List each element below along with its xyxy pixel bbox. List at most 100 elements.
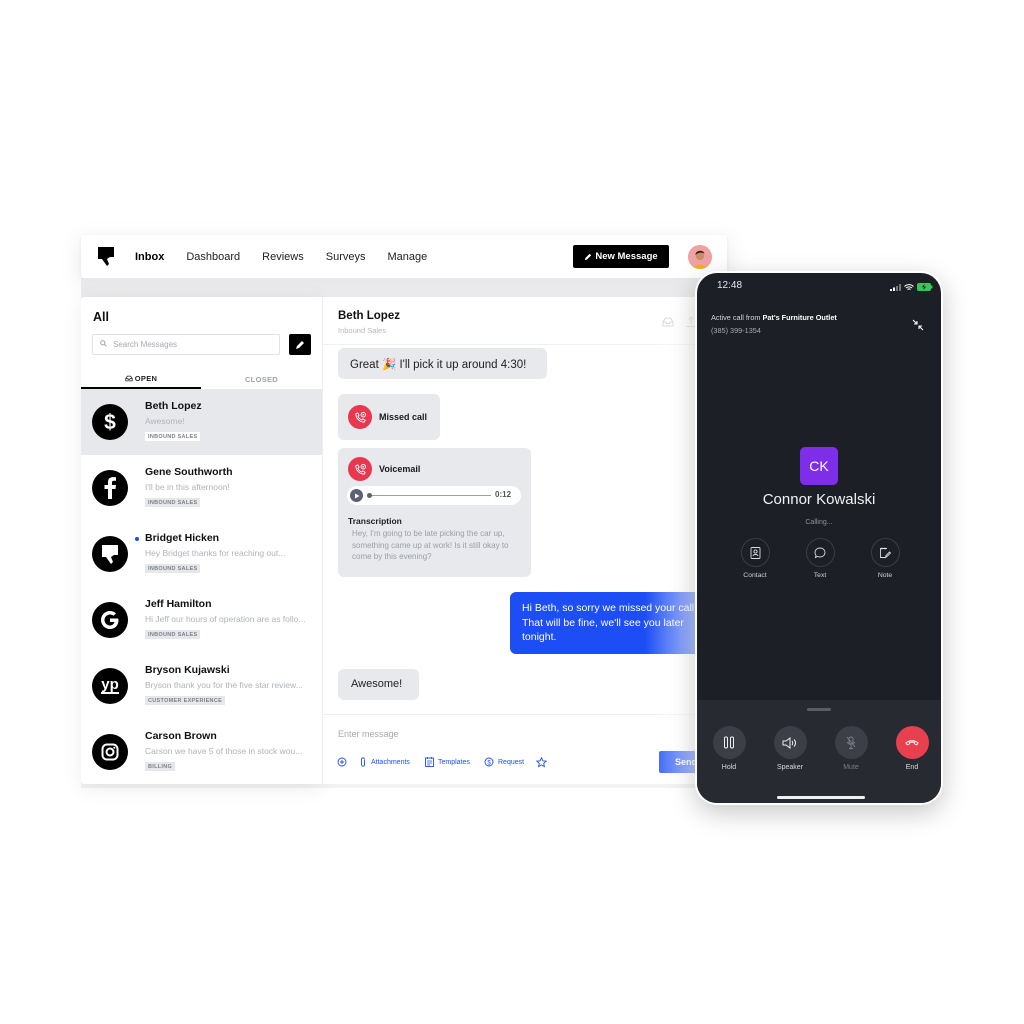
call-controls-tray: Hold Speaker Mute End [697,700,941,803]
nav-reviews[interactable]: Reviews [262,251,304,263]
attachments-button[interactable]: Attachments [359,757,410,767]
plus-circle-icon [337,757,347,767]
speaker-button[interactable]: Speaker [768,726,812,771]
home-indicator [777,796,865,799]
battery-charging-icon [917,283,933,291]
signal-icon [890,283,901,291]
contact-name: Gene Southworth [145,466,233,478]
inbox-filter-title: All [93,310,109,324]
paperclip-icon [361,757,365,767]
status-bar-time: 12:48 [717,280,743,291]
star-icon [536,757,547,768]
tab-open[interactable]: OPEN [81,369,201,389]
template-icon [425,757,434,767]
message-preview: Awesome! [145,416,185,426]
team-tag: INBOUND SALES [145,498,201,507]
missed-call-icon [348,405,372,429]
drag-handle[interactable] [807,708,831,711]
facebook-icon [92,470,128,506]
play-icon [354,493,359,498]
conversation-list: $ Beth Lopez Awesome! INBOUND SALES Gene… [81,389,322,784]
svg-text:yp: yp [101,676,119,693]
nav-inbox[interactable]: Inbox [135,251,164,263]
podium-logo-icon[interactable] [98,247,115,266]
new-message-button[interactable]: New Message [573,245,669,268]
request-payment-button[interactable]: $ Request [484,757,524,767]
message-preview: Bryson thank you for the five star revie… [145,680,303,690]
note-edit-icon [880,547,891,559]
pencil-icon [296,340,304,349]
message-input[interactable] [338,726,638,742]
transcription-text: Hey, I'm going to be late picking the ca… [352,529,509,561]
conversation-item[interactable]: yp Bryson Kujawski Bryson thank you for … [81,653,322,719]
conversation-item[interactable]: $ Beth Lopez Awesome! INBOUND SALES [81,389,322,455]
podium-icon [92,536,128,572]
status-tabs: OPEN CLOSED [81,369,322,389]
hold-label: Hold [721,764,737,771]
team-tag: INBOUND SALES [145,630,201,639]
message-preview: Hey Bridget thanks for reaching out... [145,548,286,558]
new-message-label: New Message [595,251,658,262]
payment-icon: $ [92,404,128,440]
conversation-header: Beth Lopez Inbound Sales [323,297,728,345]
note-action[interactable]: Note [865,538,905,579]
missed-call-label: Missed call [379,412,428,422]
team-tag: CUSTOMER EXPERIENCE [145,696,226,705]
conversation-item[interactable]: Bridget Hicken Hey Bridget thanks for re… [81,521,322,587]
templates-label: Templates [438,758,470,766]
conversation-panel: Beth Lopez Inbound Sales Great 🎉 I'll pi… [322,297,730,784]
search-icon [100,340,107,349]
dollar-circle-icon: $ [484,757,494,767]
speaker-label: Speaker [776,764,804,771]
nav-surveys[interactable]: Surveys [326,251,366,263]
wifi-icon [904,283,914,290]
search-messages-input[interactable]: Search Messages [92,334,280,355]
end-call-button[interactable]: End [890,726,934,771]
user-avatar[interactable] [688,245,712,269]
voicemail-card: Voicemail 0:12 Transcription Hey, I'm go… [338,448,531,577]
nav-manage[interactable]: Manage [388,251,428,263]
mark-closed-icon[interactable] [662,316,674,328]
contact-action-label: Contact [743,572,767,579]
conversation-item[interactable]: Jeff Hamilton Hi Jeff our hours of opera… [81,587,322,653]
pencil-icon [585,253,592,260]
mute-label: Mute [843,764,859,771]
missed-call-card: Missed call [338,394,440,440]
conversation-item[interactable]: Carson Brown Carson we have 5 of those i… [81,719,322,784]
hold-button[interactable]: Hold [707,726,751,771]
templates-button[interactable]: Templates [425,757,470,767]
search-placeholder: Search Messages [113,340,178,349]
caller-avatar: CK [800,447,838,485]
voicemail-player: 0:12 [347,486,521,505]
message-preview: I'll be in this afternoon! [145,482,230,492]
team-tag: BILLING [145,762,176,771]
playback-track[interactable] [369,495,491,496]
note-action-label: Note [877,572,893,579]
playback-scrubber[interactable] [367,493,372,498]
minimize-icon[interactable] [911,318,925,332]
active-call-screen: 12:48 Active call from Pat's Furniture O… [697,273,941,803]
svg-text:$: $ [104,411,116,433]
conversation-item[interactable]: Gene Southworth I'll be in this afternoo… [81,455,322,521]
mute-button[interactable]: Mute [829,726,873,771]
main-nav: Inbox Dashboard Reviews Surveys Manage [135,235,449,278]
compose-button[interactable] [289,334,311,355]
contact-name: Bryson Kujawski [145,664,230,676]
team-tag: INBOUND SALES [145,564,201,573]
inbox-tray-icon [125,375,133,381]
contact-action[interactable]: Contact [735,538,775,579]
add-button[interactable] [337,757,347,767]
contact-card-icon [750,546,760,559]
transcription-label: Transcription [348,516,402,526]
text-action[interactable]: Text [800,538,840,579]
contact-name: Bridget Hicken [145,532,220,544]
nav-dashboard[interactable]: Dashboard [186,251,240,263]
chat-bubble-icon [814,547,826,558]
text-action-label: Text [813,572,827,579]
user-avatar-icon [688,245,712,269]
instagram-icon [92,734,128,770]
tab-closed[interactable]: CLOSED [201,369,322,389]
review-invite-button[interactable] [536,757,547,768]
tab-open-label: OPEN [134,373,158,383]
play-button[interactable] [350,489,363,502]
